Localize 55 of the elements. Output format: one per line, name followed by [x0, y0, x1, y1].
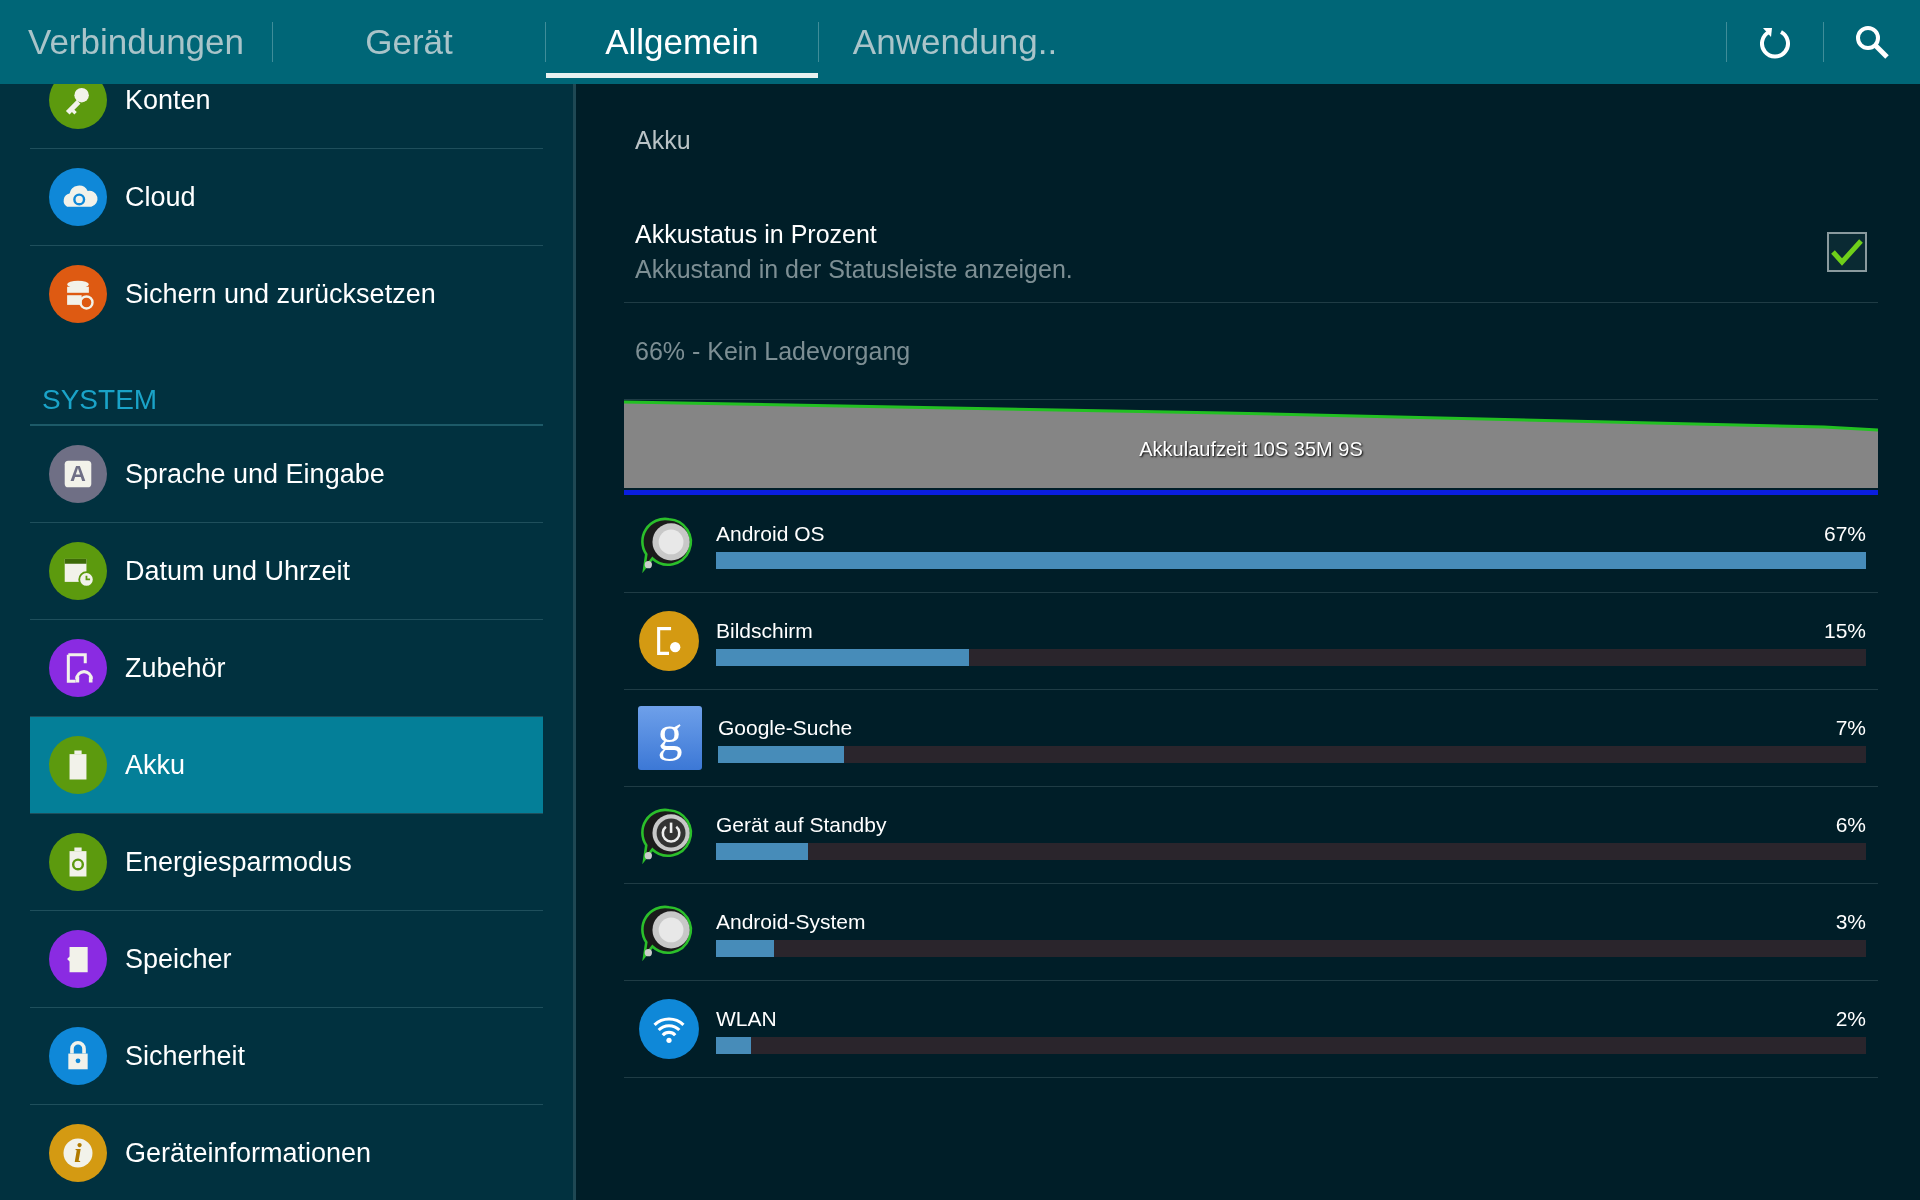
app-name: Bildschirm [716, 618, 813, 643]
usage-row[interactable]: WLAN 2% [624, 981, 1878, 1078]
sidebar-item-label: Cloud [125, 181, 196, 213]
sidebar-item[interactable]: Sichern und zurücksetzen [30, 246, 543, 342]
sidebar-item-label: Datum und Uhrzeit [125, 555, 351, 587]
checkbox[interactable] [1827, 232, 1867, 272]
sidebar-item[interactable]: Energiesparmodus [30, 814, 543, 911]
keyboard-icon: A [49, 445, 107, 503]
sidebar-item-label: Sichern und zurücksetzen [125, 278, 436, 310]
usage-percent: 3% [1835, 909, 1866, 934]
tab[interactable]: Gerät [273, 0, 545, 84]
sidebar-item-label: Konten [125, 84, 211, 116]
sidebar-item[interactable]: Sicherheit [30, 1008, 543, 1105]
sidebar-item[interactable]: Konten [30, 84, 543, 149]
usage-row[interactable]: Android OS 67% [624, 496, 1878, 593]
app-name: WLAN [716, 1006, 777, 1031]
screen-brightness-icon [638, 610, 700, 672]
section-title: Akku [634, 124, 692, 156]
usage-row[interactable]: Gerät auf Standby 6% [624, 787, 1878, 884]
usage-row[interactable]: g Google-Suche 7% [624, 690, 1878, 787]
sidebar-item-label: Sicherheit [125, 1040, 246, 1072]
usage-percent: 15% [1823, 618, 1866, 643]
usage-percent: 6% [1835, 812, 1866, 837]
sidebar-item[interactable]: A Sprache und Eingabe [30, 426, 543, 523]
sidebar-item-label: Sprache und Eingabe [125, 458, 385, 490]
section-header: SYSTEM [30, 342, 543, 426]
sidebar-item-label: Zubehör [125, 652, 226, 684]
wifi-icon [638, 998, 700, 1060]
app-name: Google-Suche [718, 715, 853, 740]
usage-percent: 67% [1823, 521, 1866, 546]
setting-title: Akkustatus in Prozent [635, 220, 878, 249]
graph-label: Akkulaufzeit 10S 35M 9S [1139, 438, 1363, 461]
sidebar-item-label: Speicher [125, 943, 232, 975]
sidebar-item[interactable]: Akku [30, 717, 543, 814]
info-icon: i [49, 1124, 107, 1182]
app-name: Android-System [716, 909, 866, 934]
sidebar-item[interactable]: Datum und Uhrzeit [30, 523, 543, 620]
battery-status: 66% - Kein Ladevorgang [624, 303, 1878, 400]
app-name: Android OS [716, 521, 825, 546]
sidebar-item[interactable]: i Geräteinformationen [30, 1105, 543, 1200]
sidebar-item-label: Energiesparmodus [125, 846, 352, 878]
sidebar-item-label: Geräteinformationen [125, 1137, 372, 1169]
setting-description: Akkustand in der Statusleiste anzeigen. [635, 255, 1074, 284]
usage-row[interactable]: Android-System 3% [624, 884, 1878, 981]
tab[interactable]: Allgemein [546, 0, 818, 84]
tab[interactable]: Verbindungen [0, 0, 272, 84]
sidebar-item[interactable]: Cloud [30, 149, 543, 246]
usage-percent: 2% [1835, 1006, 1866, 1031]
google-search-icon: g [638, 706, 702, 770]
usage-percent: 7% [1835, 715, 1866, 740]
tab[interactable]: Anwendung.. [819, 0, 1091, 84]
sidebar-item[interactable]: Speicher [30, 911, 543, 1008]
sidebar-item-label: Akku [125, 749, 186, 781]
usage-row[interactable]: Bildschirm 15% [624, 593, 1878, 690]
app-name: Gerät auf Standby [716, 812, 887, 837]
